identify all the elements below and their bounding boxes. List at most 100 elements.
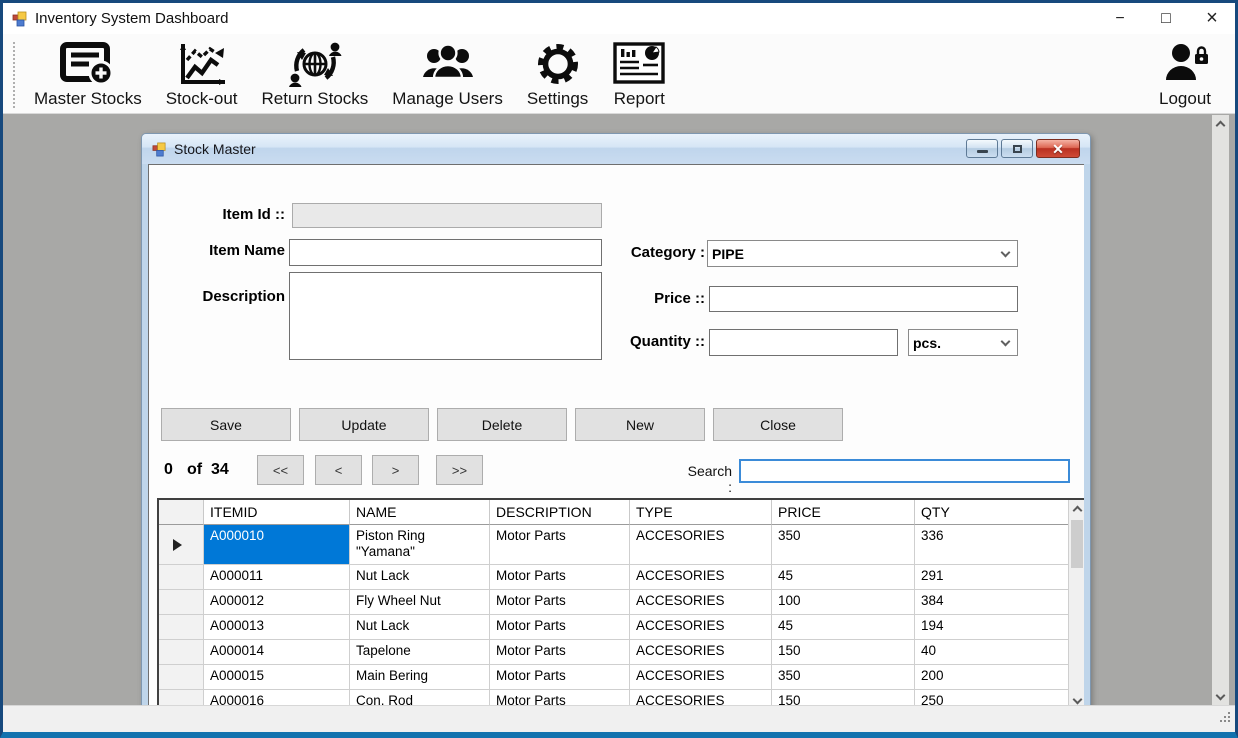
next-record-button[interactable]: > [372,455,419,485]
grid-scrollbar[interactable] [1068,500,1084,705]
grid-cell[interactable]: Fly Wheel Nut [350,590,490,615]
grid-cell[interactable]: Main Bering [350,665,490,690]
close-form-button[interactable]: Close [713,408,843,441]
grid-cell[interactable]: 336 [915,525,1068,565]
table-row[interactable]: A000014TapeloneMotor PartsACCESORIES1504… [159,640,1068,665]
grid-cell[interactable]: Con. Rod [350,690,490,705]
grid-cell[interactable]: A000012 [204,590,350,615]
child-close-button[interactable]: ✕ [1036,139,1080,158]
grid-cell[interactable]: ACCESORIES [630,565,772,590]
grid-cell[interactable]: ACCESORIES [630,640,772,665]
toolbar-item-stock-out[interactable]: Stock-out [154,38,250,110]
grid-cell[interactable]: Motor Parts [490,615,630,640]
scroll-up-icon[interactable] [1212,115,1229,132]
table-row[interactable]: A000012Fly Wheel NutMotor PartsACCESORIE… [159,590,1068,615]
grid-cell[interactable]: A000014 [204,640,350,665]
last-record-button[interactable]: >> [436,455,483,485]
grid-cell[interactable]: 40 [915,640,1068,665]
grid-cell[interactable]: 350 [772,665,915,690]
minimize-button[interactable]: − [1097,3,1143,34]
column-header[interactable]: PRICE [772,500,915,525]
toolbar-item-logout[interactable]: Logout [1147,38,1229,110]
table-row[interactable]: A000016Con. RodMotor PartsACCESORIES1502… [159,690,1068,705]
grid-cell[interactable]: Motor Parts [490,525,630,565]
grid-cell[interactable]: ACCESORIES [630,665,772,690]
update-button[interactable]: Update [299,408,429,441]
maximize-button[interactable]: □ [1143,3,1189,34]
toolbar-grip[interactable] [13,42,16,108]
price-field[interactable] [709,286,1018,312]
grid-cell[interactable]: ACCESORIES [630,690,772,705]
grid-cell[interactable]: 100 [772,590,915,615]
grid-cell[interactable]: Motor Parts [490,565,630,590]
grid-cell[interactable]: ACCESORIES [630,615,772,640]
search-input[interactable] [739,459,1070,483]
grid-cell[interactable]: 291 [915,565,1068,590]
save-button[interactable]: Save [161,408,291,441]
grid-cell[interactable]: 250 [915,690,1068,705]
grid-cell[interactable]: 150 [772,690,915,705]
stock-master-titlebar[interactable]: Stock Master ✕ [142,134,1090,164]
main-titlebar[interactable]: Inventory System Dashboard − □ × [3,3,1235,34]
column-header[interactable]: ITEMID [204,500,350,525]
grid-cell[interactable]: A000011 [204,565,350,590]
table-row[interactable]: A000011Nut LackMotor PartsACCESORIES4529… [159,565,1068,590]
toolbar-item-return-stocks[interactable]: Return Stocks [250,38,381,110]
row-selector[interactable] [159,690,204,705]
column-header[interactable]: NAME [350,500,490,525]
scrollbar-thumb[interactable] [1071,520,1083,568]
description-field[interactable] [289,272,602,360]
child-restore-button[interactable] [1001,139,1033,158]
row-selector[interactable] [159,640,204,665]
delete-button[interactable]: Delete [437,408,567,441]
grid-cell[interactable]: 45 [772,565,915,590]
grid-cell[interactable]: ACCESORIES [630,525,772,565]
toolbar-item-settings[interactable]: Settings [515,38,600,110]
column-header[interactable]: TYPE [630,500,772,525]
grid-cell[interactable]: Nut Lack [350,565,490,590]
quantity-field[interactable] [709,329,898,356]
scroll-down-icon[interactable] [1212,688,1229,705]
grid-cell[interactable]: Motor Parts [490,640,630,665]
toolbar-item-master-stocks[interactable]: Master Stocks [22,38,154,110]
scroll-down-icon[interactable] [1069,692,1084,705]
child-minimize-button[interactable] [966,139,998,158]
row-selector[interactable] [159,615,204,640]
resize-grip[interactable] [1218,710,1232,729]
grid-cell[interactable]: A000013 [204,615,350,640]
grid-cell[interactable]: Motor Parts [490,665,630,690]
column-header[interactable]: QTY [915,500,1068,525]
grid-cell[interactable]: A000010 [204,525,350,565]
table-row[interactable]: A000015Main BeringMotor PartsACCESORIES3… [159,665,1068,690]
row-selector[interactable] [159,525,204,565]
toolbar-item-report[interactable]: Report [600,38,678,110]
row-selector[interactable] [159,590,204,615]
grid-cell[interactable]: ACCESORIES [630,590,772,615]
item-name-field[interactable] [289,239,602,266]
unit-combo[interactable]: pcs. [908,329,1018,356]
grid-cell[interactable]: 150 [772,640,915,665]
previous-record-button[interactable]: < [315,455,362,485]
item-id-field[interactable] [292,203,602,228]
table-row[interactable]: A000010Piston Ring "Yamana"Motor PartsAC… [159,525,1068,565]
grid-cell[interactable]: A000016 [204,690,350,705]
grid-cell[interactable]: Motor Parts [490,590,630,615]
row-selector[interactable] [159,665,204,690]
column-header[interactable]: DESCRIPTION [490,500,630,525]
grid-cell[interactable]: Motor Parts [490,690,630,705]
grid-cell[interactable]: 194 [915,615,1068,640]
close-button[interactable]: × [1189,3,1235,34]
grid-cell[interactable]: Nut Lack [350,615,490,640]
category-combo[interactable]: PIPE [707,240,1018,267]
table-row[interactable]: A000013Nut LackMotor PartsACCESORIES4519… [159,615,1068,640]
grid-cell[interactable]: 200 [915,665,1068,690]
grid-cell[interactable]: 350 [772,525,915,565]
grid-cell[interactable]: 45 [772,615,915,640]
grid-corner[interactable] [159,500,204,525]
row-selector[interactable] [159,565,204,590]
toolbar-item-manage-users[interactable]: Manage Users [380,38,515,110]
first-record-button[interactable]: << [257,455,304,485]
mdi-scrollbar[interactable] [1212,115,1229,705]
grid-cell[interactable]: Tapelone [350,640,490,665]
scroll-up-icon[interactable] [1069,500,1084,517]
